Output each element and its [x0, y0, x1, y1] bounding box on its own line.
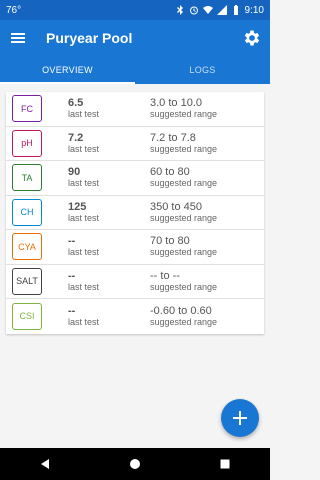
metric-chip: FC [12, 95, 42, 123]
metric-range: 60 to 80 [150, 166, 190, 179]
back-triangle-icon [41, 459, 49, 469]
metric-range-caption: suggested range [150, 316, 218, 327]
metric-row-salt[interactable]: SALT -- last test -- to -- suggested range [6, 265, 264, 299]
metric-value-caption: last test [68, 247, 100, 258]
battery-icon [233, 5, 238, 15]
metric-value-caption: last test [68, 178, 100, 189]
metric-value-caption: last test [68, 212, 100, 223]
metric-row-fc[interactable]: FC 6.5 last test 3.0 to 10.0 suggested ran… [6, 92, 264, 127]
tab-bar: OVERVIEW LOGS [0, 56, 270, 84]
metric-chip: CH [12, 198, 42, 226]
metric-range: 3.0 to 10.0 [150, 97, 202, 110]
add-test-button[interactable] [221, 399, 259, 437]
metric-value-caption: last test [68, 109, 100, 120]
metric-row-ph[interactable]: pH 7.2 last test 7.2 to 7.8 suggested rang… [6, 127, 264, 161]
metric-chip: CYA [12, 233, 42, 261]
nav-back-button[interactable] [25, 448, 65, 480]
metric-range: 350 to 450 [150, 200, 202, 213]
system-nav-bar [0, 448, 270, 480]
tab-overview[interactable]: OVERVIEW [0, 56, 135, 84]
status-bar: 76° 9:10 [0, 0, 270, 20]
nav-recents-button[interactable] [205, 448, 245, 480]
metric-value-caption: last test [68, 281, 100, 292]
metric-row-ch[interactable]: CH 125 last test 350 to 450 suggested rang… [6, 196, 264, 230]
metric-range-caption: suggested range [150, 143, 218, 154]
metric-range: -0.60 to 0.60 [150, 304, 212, 317]
metrics-card: FC 6.5 last test 3.0 to 10.0 suggested ran… [6, 92, 264, 334]
metric-value: 7.2 [68, 131, 84, 144]
metric-value-caption: last test [68, 316, 100, 327]
metric-chip: SALT [12, 267, 42, 295]
metric-range: -- to -- [150, 269, 180, 282]
home-circle-icon [130, 459, 140, 469]
metric-value: 6.5 [68, 97, 84, 110]
metric-chip: CSI [12, 302, 42, 330]
metric-value: -- [68, 269, 76, 282]
bluetooth-icon [176, 5, 183, 15]
metric-range-caption: suggested range [150, 212, 218, 223]
metric-value: 125 [68, 200, 87, 213]
metric-value-caption: last test [68, 143, 100, 154]
nav-home-button[interactable] [115, 448, 155, 480]
menu-icon [11, 33, 25, 43]
app-bar: Puryear Pool [0, 20, 270, 56]
temperature-text: 76° [6, 4, 22, 16]
metric-row-csi[interactable]: CSI -- last test -0.60 to 0.60 suggested r… [6, 299, 264, 334]
alarm-icon [189, 6, 198, 15]
metric-range-caption: suggested range [150, 247, 218, 258]
settings-button[interactable] [234, 20, 270, 56]
metric-range-caption: suggested range [150, 281, 218, 292]
tab-logs[interactable]: LOGS [135, 56, 270, 84]
metric-chip: TA [12, 164, 42, 192]
metric-chip: pH [12, 129, 42, 157]
plus-icon [233, 411, 247, 425]
wifi-icon [202, 6, 213, 14]
metric-range-caption: suggested range [150, 109, 218, 120]
clock-text: 9:10 [244, 4, 264, 16]
metric-range: 7.2 to 7.8 [150, 131, 196, 144]
recents-square-icon [220, 459, 230, 469]
metric-row-ta[interactable]: TA 90 last test 60 to 80 suggested range [6, 161, 264, 196]
metric-range-caption: suggested range [150, 178, 218, 189]
metric-value: -- [68, 235, 76, 248]
menu-button[interactable] [0, 20, 36, 56]
metric-range: 70 to 80 [150, 235, 190, 248]
gear-icon [244, 30, 260, 46]
signal-icon [216, 5, 227, 15]
app-title: Puryear Pool [46, 30, 133, 46]
metric-row-cya[interactable]: CYA -- last test 70 to 80 suggested range [6, 230, 264, 265]
metric-value: 90 [68, 166, 81, 179]
metric-value: -- [68, 304, 76, 317]
